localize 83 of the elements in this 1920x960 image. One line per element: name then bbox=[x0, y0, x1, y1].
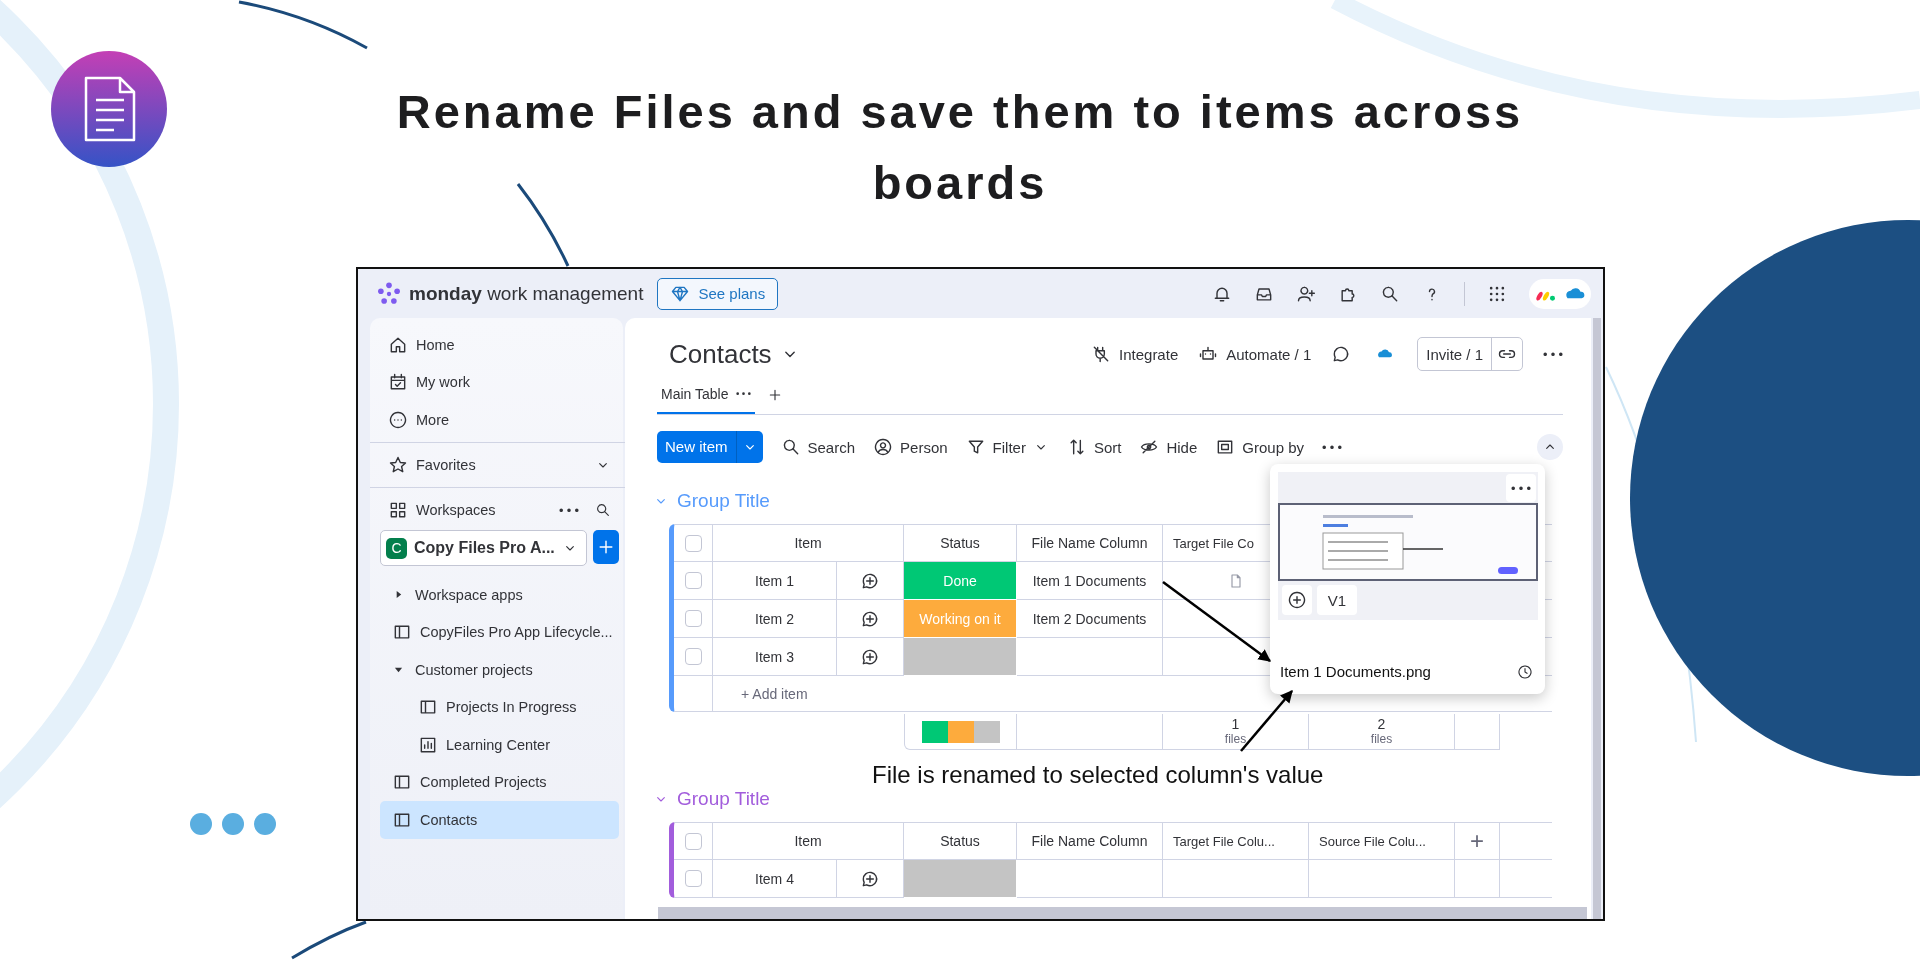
sidebar-item[interactable]: Workspace apps bbox=[380, 576, 619, 614]
board-action-button[interactable]: Integrate bbox=[1091, 344, 1179, 364]
more-icon[interactable] bbox=[559, 507, 579, 513]
more-button[interactable] bbox=[1506, 474, 1536, 502]
nav-item[interactable]: Home bbox=[380, 326, 619, 364]
column-header: File Name Column bbox=[1017, 524, 1163, 562]
target-file-cell[interactable] bbox=[1163, 860, 1309, 898]
workspaces-label: Workspaces bbox=[416, 502, 496, 518]
workspace-initial: C bbox=[386, 537, 407, 559]
table-cell bbox=[1455, 860, 1500, 898]
favorites-item[interactable]: Favorites bbox=[380, 446, 619, 484]
row-checkbox[interactable] bbox=[684, 610, 702, 627]
select-all-checkbox[interactable] bbox=[684, 534, 702, 552]
row-checkbox[interactable] bbox=[684, 870, 702, 887]
group-title: Group Title bbox=[677, 788, 770, 810]
more-icon[interactable] bbox=[1543, 351, 1563, 357]
column-header: Item bbox=[713, 524, 904, 562]
grid-icon bbox=[388, 500, 408, 520]
toolbar-button[interactable]: Group by bbox=[1215, 437, 1304, 457]
file-count-unit: files bbox=[1224, 731, 1247, 747]
column-header: Target File Colu... bbox=[1163, 822, 1309, 860]
add-column-button[interactable]: + bbox=[1455, 822, 1500, 860]
workspace-name: Copy Files Pro A... bbox=[414, 539, 555, 557]
caret-icon bbox=[394, 665, 403, 675]
plug-icon bbox=[1091, 344, 1111, 364]
person-icon bbox=[873, 437, 894, 457]
account-avatar[interactable] bbox=[1529, 278, 1591, 309]
row-checkbox[interactable] bbox=[684, 648, 702, 665]
caret-icon bbox=[394, 590, 403, 600]
status-cell[interactable] bbox=[904, 638, 1017, 676]
board-title: Contacts bbox=[669, 338, 772, 370]
toolbar-button[interactable]: Filter bbox=[965, 437, 1049, 457]
sidebar-item[interactable]: Projects In Progress bbox=[380, 688, 619, 726]
table-cell bbox=[1500, 822, 1552, 860]
vertical-scrollbar[interactable] bbox=[1593, 318, 1601, 919]
add-version-button[interactable] bbox=[1282, 585, 1312, 615]
item-name: Item 4 bbox=[713, 860, 837, 898]
new-item-button[interactable]: New item bbox=[657, 431, 763, 463]
file-name: Item 1 Documents.png bbox=[1280, 663, 1431, 680]
brand-name: monday work management bbox=[409, 282, 644, 305]
see-plans-button[interactable]: See plans bbox=[657, 277, 779, 310]
workspace-dropdown[interactable]: C Copy Files Pro A... bbox=[380, 530, 587, 566]
document-icon bbox=[51, 51, 167, 167]
more-icon[interactable] bbox=[736, 392, 752, 396]
horizontal-scrollbar[interactable] bbox=[658, 907, 1587, 919]
nav-item[interactable]: More bbox=[380, 401, 619, 439]
headline: Rename Files and save them to items across boards bbox=[395, 84, 1525, 211]
version-label[interactable]: V1 bbox=[1317, 585, 1357, 615]
file-count: 2 bbox=[1377, 716, 1386, 732]
search-icon[interactable] bbox=[595, 502, 611, 518]
toolbar-button[interactable]: Sort bbox=[1066, 437, 1122, 457]
more-icon bbox=[1511, 485, 1531, 491]
item-name: Item 3 bbox=[713, 638, 837, 676]
file-name-cell: Item 1 Documents bbox=[1017, 562, 1163, 600]
sidebar-item[interactable]: Completed Projects bbox=[380, 763, 619, 801]
board-action-button[interactable]: Automate / 1 bbox=[1198, 344, 1312, 364]
status-cell[interactable] bbox=[904, 860, 1017, 898]
sidebar-item[interactable]: Customer projects bbox=[380, 651, 619, 689]
toolbar-button[interactable]: Person bbox=[873, 437, 948, 457]
group-title: Group Title bbox=[677, 490, 770, 512]
file-count: 1 bbox=[1231, 716, 1240, 732]
column-header: Source File Colu... bbox=[1309, 822, 1455, 860]
file-name-cell: Item 2 Documents bbox=[1017, 600, 1163, 638]
column-header: File Name Column bbox=[1017, 822, 1163, 860]
clock-icon[interactable] bbox=[1517, 663, 1533, 680]
annotation-text: File is renamed to selected column's value bbox=[872, 761, 1324, 789]
logo-icon bbox=[376, 280, 402, 307]
add-button[interactable] bbox=[592, 530, 619, 564]
add-item-link[interactable]: + Add item bbox=[741, 685, 808, 702]
view-tab[interactable]: Main Table bbox=[657, 376, 756, 414]
sidebar-item[interactable]: Learning Center bbox=[380, 726, 619, 764]
sidebar-item[interactable]: CopyFiles Pro App Lifecycle... bbox=[380, 613, 619, 651]
item-name: Item 2 bbox=[713, 600, 837, 638]
column-header: Item bbox=[713, 822, 904, 860]
toolbar-button[interactable]: Hide bbox=[1139, 437, 1198, 457]
file-count-unit: files bbox=[1370, 731, 1393, 747]
select-all-checkbox[interactable] bbox=[684, 832, 702, 850]
nav-item[interactable]: My work bbox=[380, 363, 619, 401]
toolbar-button[interactable]: Search bbox=[780, 437, 856, 457]
row-checkbox[interactable] bbox=[684, 572, 702, 589]
sidebar-item[interactable]: Contacts bbox=[380, 801, 619, 839]
more-icon[interactable] bbox=[1322, 444, 1342, 450]
item-name: Item 1 bbox=[713, 562, 837, 600]
